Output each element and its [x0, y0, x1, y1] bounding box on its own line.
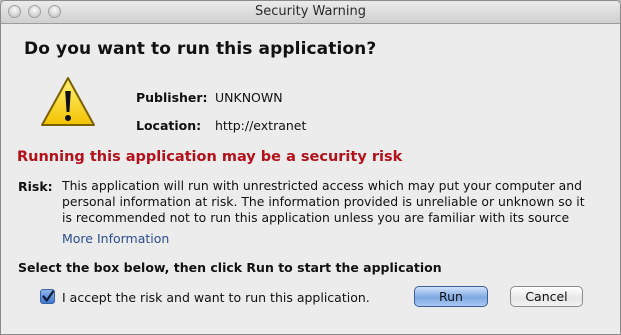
risk-label: Risk: — [18, 179, 53, 194]
risk-description: This application will run with unrestric… — [62, 178, 610, 226]
instruction-text: Select the box below, then click Run to … — [18, 260, 442, 275]
dialog-question: Do you want to run this application? — [24, 39, 377, 59]
publisher-value: UNKNOWN — [215, 90, 283, 105]
risk-heading: Running this application may be a securi… — [17, 149, 403, 165]
publisher-label: Publisher: — [136, 90, 208, 105]
location-label: Location: — [136, 118, 202, 133]
accept-risk-label[interactable]: I accept the risk and want to run this a… — [62, 290, 370, 305]
run-button[interactable]: Run — [414, 286, 488, 307]
location-value: http://extranet — [215, 118, 307, 133]
risk-line: personal information at risk. The inform… — [62, 194, 585, 209]
risk-line: is recommended not to run this applicati… — [62, 210, 570, 225]
dialog-content: Do you want to run this application? Pub… — [1, 24, 620, 334]
title-bar[interactable]: Security Warning — [1, 1, 620, 24]
security-warning-dialog: Security Warning Do you want to run this… — [0, 0, 621, 335]
cancel-button[interactable]: Cancel — [510, 286, 583, 307]
window-title: Security Warning — [255, 4, 366, 19]
warning-triangle-icon — [41, 77, 95, 126]
accept-risk-checkbox[interactable] — [40, 289, 55, 304]
checkmark-icon — [42, 290, 54, 302]
more-information-link[interactable]: More Information — [62, 231, 169, 246]
risk-line: This application will run with unrestric… — [62, 178, 582, 193]
